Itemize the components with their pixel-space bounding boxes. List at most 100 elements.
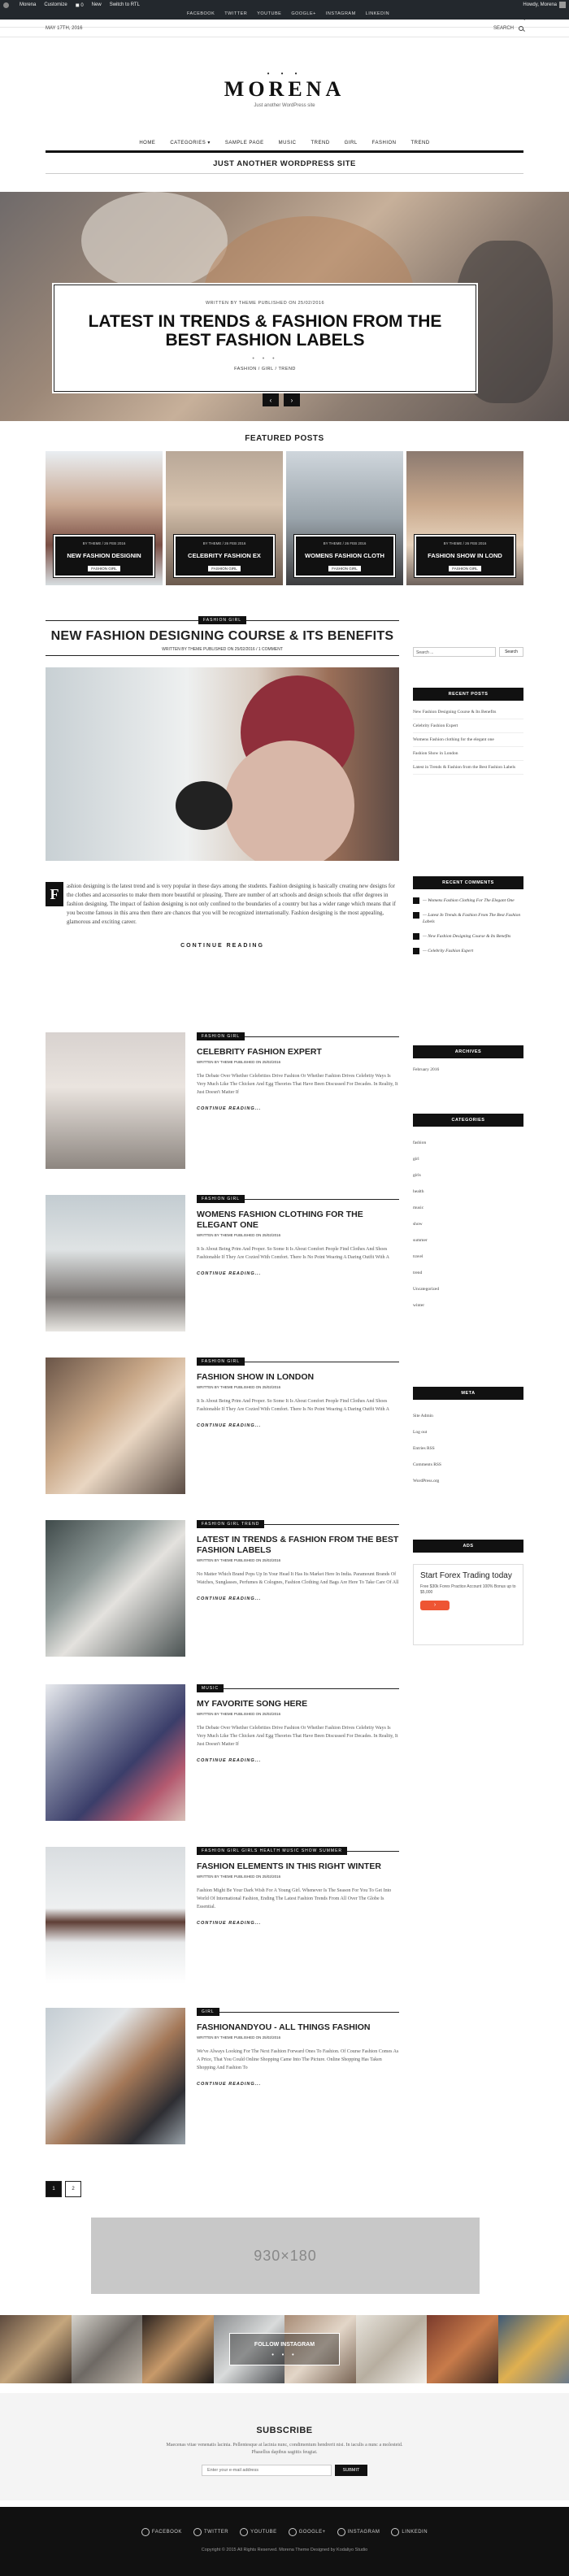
category-link[interactable]: show	[413, 1216, 523, 1232]
featured-cat[interactable]: FASHION GIRL	[449, 566, 481, 571]
nav-categories[interactable]: CATEGORIES ▾	[170, 140, 211, 146]
meta-link[interactable]: Log out	[413, 1424, 523, 1440]
meta-link[interactable]: Entries RSS	[413, 1440, 523, 1457]
meta-link[interactable]: Site Admin	[413, 1408, 523, 1424]
category-link[interactable]: girl	[413, 1151, 523, 1167]
category-link[interactable]: travel	[413, 1249, 523, 1265]
category-badge[interactable]: FASHION GIRL	[198, 616, 247, 624]
footer-google[interactable]: GOOGLE+	[288, 2528, 326, 2536]
category-link[interactable]: trend	[413, 1265, 523, 1281]
instagram-photo[interactable]	[497, 2315, 569, 2383]
recent-post-link[interactable]: New Fashion Designing Course & Its Benef…	[413, 706, 523, 719]
recent-comment[interactable]: — New Fashion Designing Course & Its Ben…	[413, 933, 523, 940]
ad-arrow-icon[interactable]: ›	[420, 1601, 450, 1610]
post-thumbnail[interactable]	[46, 1520, 185, 1657]
footer-linkedin[interactable]: LINKEDIN	[391, 2528, 428, 2536]
post-title[interactable]: FASHION SHOW IN LONDON	[197, 1372, 399, 1383]
next-arrow-icon[interactable]: ›	[284, 393, 300, 406]
ad-banner[interactable]: 930×180	[91, 2218, 480, 2294]
recent-comment[interactable]: — Latest In Trends & Fashion From The Be…	[413, 912, 523, 925]
hero-title[interactable]: LATEST IN TRENDS & FASHION FROM THE BEST…	[88, 312, 442, 350]
strip-instagram[interactable]: INSTAGRAM	[326, 11, 356, 20]
new-link[interactable]: New	[92, 2, 102, 7]
featured-cat[interactable]: FASHION GIRL	[328, 566, 361, 571]
strip-facebook[interactable]: FACEBOOK	[187, 11, 215, 20]
post-title[interactable]: LATEST IN TRENDS & FASHION FROM THE BEST…	[197, 1535, 399, 1556]
archive-link[interactable]: February 2016	[413, 1063, 523, 1076]
sidebar-search-button[interactable]: Search	[499, 647, 523, 657]
featured-item[interactable]: BY THEME / 26 FEB 2016 WOMENS FASHION CL…	[286, 451, 403, 585]
nav-sample-page[interactable]: SAMPLE PAGE	[225, 141, 264, 146]
recent-comment[interactable]: — Celebrity Fashion Expert	[413, 948, 523, 954]
continue-reading-link[interactable]: CONTINUE READING...	[197, 1921, 399, 1926]
featured-item[interactable]: BY THEME / 26 FEB 2016 FASHION SHOW IN L…	[406, 451, 523, 585]
instagram-photo[interactable]	[0, 2315, 72, 2383]
recent-post-link[interactable]: Fashion Show in London	[413, 747, 523, 761]
meta-link[interactable]: WordPress.org	[413, 1473, 523, 1489]
instagram-photo[interactable]	[355, 2315, 427, 2383]
post-thumbnail[interactable]	[46, 1684, 185, 1821]
comments-icon[interactable]: ◼ 0	[76, 2, 84, 8]
nav-fashion[interactable]: FASHION	[372, 141, 397, 146]
category-badge[interactable]: GIRL	[197, 2008, 219, 2016]
main-post-image[interactable]	[46, 667, 399, 861]
featured-title-text[interactable]: WOMENS FASHION CLOTH	[296, 552, 393, 559]
footer-twitter[interactable]: TWITTER	[193, 2528, 228, 2536]
featured-item[interactable]: BY THEME / 26 FEB 2016 CELEBRITY FASHION…	[166, 451, 283, 585]
continue-reading-link[interactable]: CONTINUE READING...	[197, 1106, 399, 1111]
featured-item[interactable]: BY THEME / 26 FEB 2016 NEW FASHION DESIG…	[46, 451, 163, 585]
site-logo[interactable]: • • • MORENA Just another WordPress site	[0, 70, 569, 108]
meta-link[interactable]: Comments RSS	[413, 1457, 523, 1473]
category-badge[interactable]: FASHION GIRL GIRLS HEALTH MUSIC SHOW SUM…	[197, 1847, 348, 1855]
featured-cat[interactable]: FASHION GIRL	[208, 566, 241, 571]
nav-music[interactable]: MUSIC	[279, 141, 297, 146]
post-title[interactable]: FASHION ELEMENTS IN THIS RIGHT WINTER	[197, 1861, 399, 1872]
nav-girl[interactable]: GIRL	[345, 141, 358, 146]
category-link[interactable]: winter	[413, 1297, 523, 1314]
customize-link[interactable]: Customize	[44, 2, 67, 7]
recent-post-link[interactable]: Latest in Trends & Fashion from the Best…	[413, 761, 523, 775]
continue-reading-link[interactable]: CONTINUE READING...	[197, 1423, 399, 1428]
category-link[interactable]: fashion	[413, 1135, 523, 1151]
post-thumbnail[interactable]	[46, 1847, 185, 1983]
category-badge[interactable]: FASHION GIRL TREND	[197, 1520, 265, 1528]
post-thumbnail[interactable]	[46, 1032, 185, 1169]
nav-home[interactable]: HOME	[139, 141, 155, 146]
strip-linkedin[interactable]: LINKEDIN	[366, 11, 389, 20]
footer-youtube[interactable]: YOUTUBE	[240, 2528, 277, 2536]
recent-comment[interactable]: — Womens Fashion Clothing For The Elegan…	[413, 897, 523, 904]
featured-title-text[interactable]: NEW FASHION DESIGNIN	[55, 552, 153, 559]
instagram-photo[interactable]	[71, 2315, 142, 2383]
category-badge[interactable]: FASHION GIRL	[197, 1032, 245, 1040]
nav-trend-2[interactable]: TREND	[411, 141, 430, 146]
post-title[interactable]: WOMENS FASHION CLOTHING FOR THE ELEGANT …	[197, 1210, 399, 1231]
follow-instagram-label[interactable]: FOLLOW INSTAGRAM • • •	[229, 2333, 340, 2365]
page-1[interactable]: 1	[46, 2181, 62, 2197]
instagram-photo[interactable]	[427, 2315, 498, 2383]
recent-post-link[interactable]: Womens Fashion clothing for the elegant …	[413, 733, 523, 747]
footer-instagram[interactable]: INSTAGRAM	[337, 2528, 380, 2536]
post-thumbnail[interactable]	[46, 2008, 185, 2144]
page-2[interactable]: 2	[65, 2181, 81, 2197]
footer-facebook[interactable]: FACEBOOK	[141, 2528, 182, 2536]
hero-categories[interactable]: FASHION / GIRL / TREND	[55, 367, 475, 371]
prev-arrow-icon[interactable]: ‹	[263, 393, 279, 406]
wordpress-menu[interactable]	[3, 2, 11, 8]
email-field[interactable]: Enter your e-mail address	[202, 2465, 332, 2476]
category-badge[interactable]: FASHION GIRL	[197, 1195, 245, 1203]
site-name-link[interactable]: Morena	[20, 2, 36, 7]
strip-twitter[interactable]: TWITTER	[224, 11, 247, 20]
post-title[interactable]: MY FAVORITE SONG HERE	[197, 1699, 399, 1709]
instagram-photo[interactable]	[142, 2315, 214, 2383]
featured-title-text[interactable]: FASHION SHOW IN LOND	[416, 552, 514, 559]
featured-title-text[interactable]: CELEBRITY FASHION EX	[176, 552, 273, 559]
strip-google[interactable]: GOOGLE+	[291, 11, 316, 20]
category-link[interactable]: summer	[413, 1232, 523, 1249]
category-badge[interactable]: FASHION GIRL	[197, 1358, 245, 1366]
account-menu[interactable]: Howdy, Morena	[523, 2, 566, 8]
category-link[interactable]: music	[413, 1200, 523, 1216]
strip-youtube[interactable]: YOUTUBE	[257, 11, 281, 20]
main-post-title[interactable]: NEW FASHION DESIGNING COURSE & ITS BENEF…	[46, 629, 399, 644]
sidebar-search-input[interactable]: Search ...	[413, 647, 496, 657]
recent-post-link[interactable]: Celebrity Fashion Expert	[413, 719, 523, 733]
